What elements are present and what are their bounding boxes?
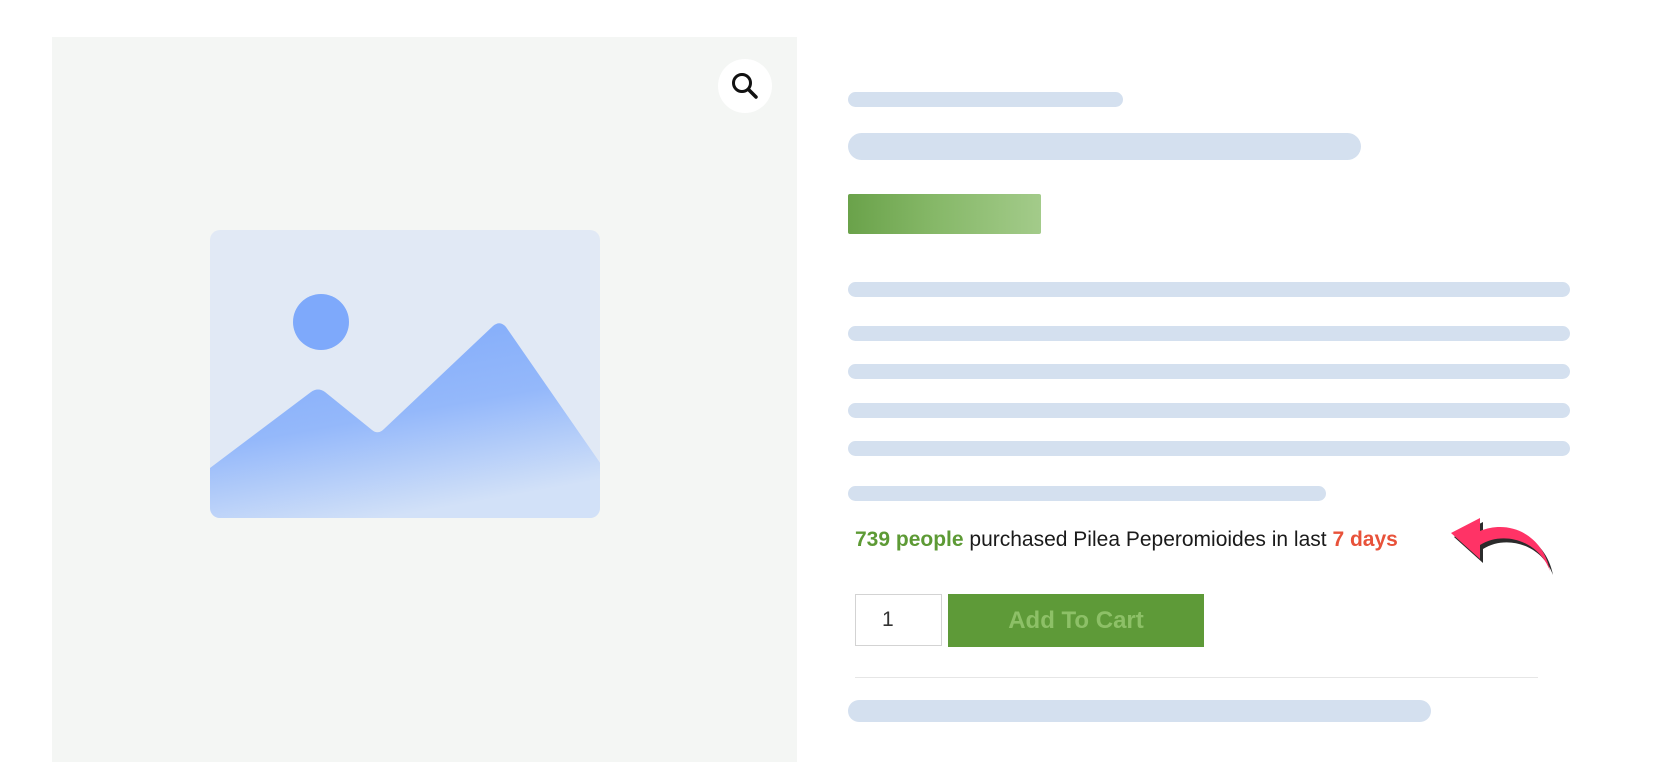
divider (855, 677, 1538, 678)
curved-arrow-icon (1451, 518, 1553, 575)
sales-period: 7 days (1332, 528, 1398, 551)
skeleton-line (848, 92, 1123, 107)
quantity-input[interactable] (855, 594, 942, 646)
product-gallery (52, 37, 797, 762)
add-to-cart-button[interactable]: Add To Cart (948, 594, 1204, 647)
sales-count: 739 people (855, 528, 964, 551)
magnifier-icon (732, 73, 758, 99)
price-bar (848, 194, 1041, 234)
skeleton-line (848, 326, 1570, 341)
sales-description: purchased Pilea Peperomioides in last (963, 528, 1333, 551)
sales-counter-text: 739 people purchased Pilea Peperomioides… (855, 528, 1398, 552)
skeleton-title (848, 133, 1361, 160)
image-placeholder-icon (210, 230, 600, 518)
skeleton-line (848, 282, 1570, 297)
skeleton-line (848, 486, 1326, 501)
skeleton-line (848, 403, 1570, 418)
zoom-button[interactable] (718, 59, 772, 113)
skeleton-line (848, 441, 1570, 456)
skeleton-line (848, 700, 1431, 722)
skeleton-line (848, 364, 1570, 379)
